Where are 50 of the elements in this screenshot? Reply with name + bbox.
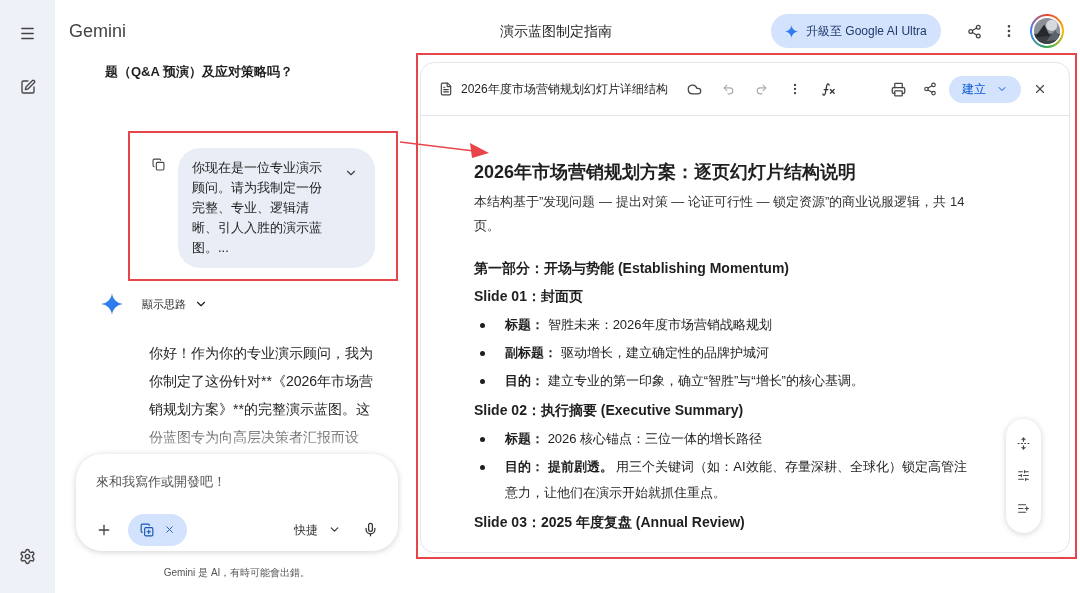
disclaimer: Gemini 是 AI，有時可能會出錯。 [162, 566, 312, 580]
new-chat-icon[interactable] [19, 79, 36, 95]
bullet-icon [480, 351, 485, 356]
create-button[interactable]: 建立 [949, 75, 1021, 103]
mode-button[interactable]: 快捷 [294, 520, 341, 539]
expand-icon[interactable] [1017, 436, 1030, 450]
bullet-text: 副标题： 驱动增长，建立确定性的品牌护城河 [505, 344, 770, 362]
bullet-icon [480, 379, 485, 384]
section-heading: Slide 02：执行摘要 (Executive Summary) [474, 401, 744, 420]
share-icon[interactable] [966, 23, 982, 39]
upgrade-button[interactable]: 升級至 Google AI Ultra [771, 14, 941, 48]
bullet-icon [480, 465, 485, 470]
cloud-icon [686, 81, 702, 97]
brand-name: Gemini [69, 19, 126, 43]
menu-icon[interactable] [19, 25, 36, 42]
document-intro: 本结构基于”发现问题 — 提出对策 — 论证可行性 — 锁定资源”的商业说服逻辑，共 14 页。 [474, 193, 966, 235]
share-icon[interactable] [923, 82, 937, 96]
canvas-icon [140, 522, 154, 537]
bullet-text: 目的： 提前剧透。 用三个关键词（如：AI效能、存量深耕、全球化）锁定高管注意力，让他们在演示开始就抓住重点。 [505, 458, 968, 502]
settings-icon[interactable] [19, 548, 36, 565]
document-icon [439, 82, 453, 96]
show-thinking-button[interactable]: 顯示思路 [142, 295, 208, 313]
sparkle-icon [785, 24, 798, 38]
function-icon[interactable] [820, 81, 836, 97]
bullet-text: 标题： 2026 核心锚点：三位一体的增长路径 [505, 430, 764, 448]
print-icon[interactable] [891, 81, 906, 97]
document-title: 2026年市场营销规划方案：逐页幻灯片结构说明 [474, 161, 858, 184]
remove-icon[interactable] [164, 524, 175, 535]
copy-icon[interactable] [152, 158, 165, 171]
bullet-icon [480, 323, 485, 328]
section-heading: Slide 03：2025 年度复盘 (Annual Review) [474, 513, 745, 532]
close-icon[interactable] [1033, 82, 1047, 96]
prompt-field[interactable]: 來和我寫作或開發吧！ [96, 472, 378, 492]
section-heading: Slide 01：封面页 [474, 287, 583, 306]
sliders-icon[interactable] [1017, 469, 1030, 483]
avatar[interactable] [1029, 14, 1064, 48]
attachment-chip[interactable] [128, 513, 187, 546]
bullet-text: 目的： 建立专业的第一印象，确立“智胜”与“增长”的核心基调。 [505, 372, 865, 390]
add-list-icon[interactable] [1017, 502, 1030, 516]
document-name: 2026年度市场营销规划幻灯片详细结构 [461, 81, 668, 98]
message-input[interactable]: 來和我寫作或開發吧！ 快捷 [76, 454, 398, 551]
previous-prompt: 题（Q&A 预演）及应对策略吗？ [105, 63, 295, 81]
bullet-text: 标题： 智胜未来：2026年度市场营销战略规划 [505, 316, 773, 334]
gemini-sparkle-icon [101, 293, 123, 315]
bullet-icon [480, 437, 485, 442]
microphone-icon[interactable] [363, 522, 378, 537]
user-message-text: 你现在是一位专业演示顾问。请为我制定一份完整、专业、逻辑清晰、引人入胜的演示蓝图。... [192, 159, 323, 257]
section-heading: 第一部分：开场与势能 (Establishing Momentum) [474, 259, 789, 278]
response-text: 你好！作为你的专业演示顾问，我为你制定了这份针对**《2026年市场营销规划方案》**的完整演示蓝图。这份蓝图专为向高层决策者汇报而设 [149, 344, 375, 447]
chat-title: 演示蓝图制定指南 [500, 21, 612, 41]
